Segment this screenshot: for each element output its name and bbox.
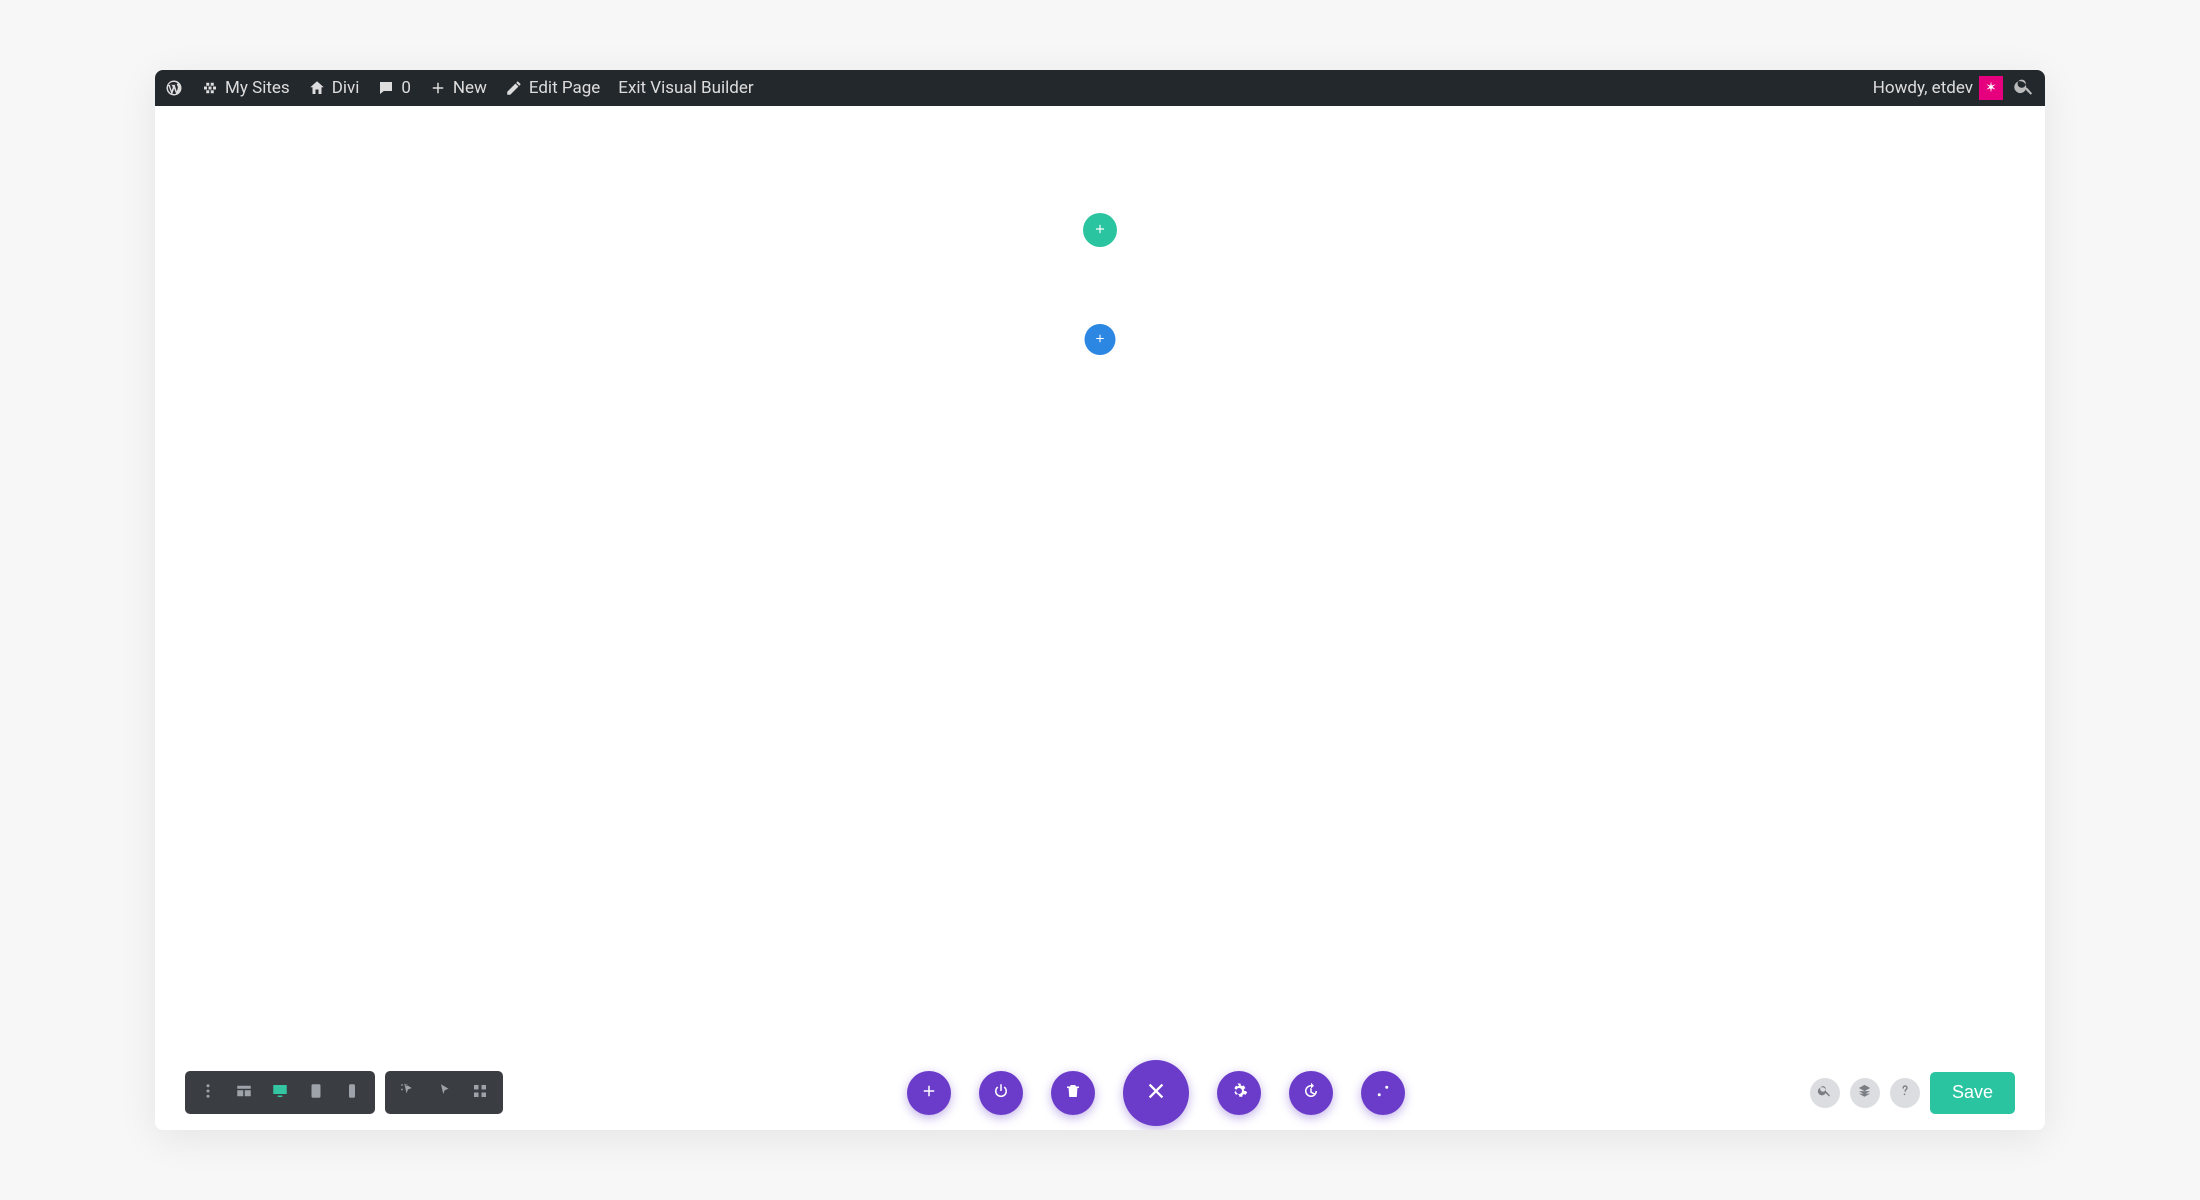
layers-button[interactable] [1850,1078,1880,1108]
save-library-button[interactable] [979,1071,1023,1115]
tablet-view-button[interactable] [301,1078,331,1108]
add-module-button[interactable] [907,1071,951,1115]
admin-bar: My Sites Divi 0 New [155,70,2045,106]
history-button[interactable] [1289,1071,1333,1115]
new-label: New [453,78,487,98]
gear-icon [1230,1082,1248,1104]
click-mode-button[interactable] [393,1078,423,1108]
exit-builder-label: Exit Visual Builder [618,78,753,98]
my-sites-link[interactable]: My Sites [201,78,290,98]
close-icon [1145,1080,1167,1106]
mode-group [385,1071,503,1114]
admin-search-button[interactable] [2013,75,2035,102]
page-settings-button[interactable] [1217,1071,1261,1115]
hover-mode-button[interactable] [429,1078,459,1108]
phone-icon [343,1082,361,1104]
zoom-button[interactable] [1810,1078,1840,1108]
sliders-icon [1374,1082,1392,1104]
toggle-settings-button[interactable] [1123,1060,1189,1126]
tablet-icon [307,1082,325,1104]
home-icon [308,79,326,97]
site-link[interactable]: Divi [308,78,360,98]
my-sites-label: My Sites [225,78,290,98]
more-views-button[interactable] [193,1078,223,1108]
howdy-label: Howdy, etdev [1873,78,1973,98]
howdy-link[interactable]: Howdy, etdev ✶ [1873,76,2003,100]
desktop-view-button[interactable] [265,1078,295,1108]
history-icon [1302,1082,1320,1104]
dock-center [503,1060,1810,1126]
plus-icon [1093,221,1107,240]
new-content-link[interactable]: New [429,78,487,98]
phone-view-button[interactable] [337,1078,367,1108]
more-vertical-icon [199,1082,217,1104]
help-button[interactable] [1890,1078,1920,1108]
grid-mode-button[interactable] [465,1078,495,1108]
comments-link[interactable]: 0 [377,78,411,98]
wireframe-button[interactable] [229,1078,259,1108]
trash-icon [1064,1082,1082,1104]
comment-icon [377,79,395,97]
avatar-icon: ✶ [1979,76,2003,100]
clear-layout-button[interactable] [1051,1071,1095,1115]
dock-left [185,1071,503,1114]
app-frame: My Sites Divi 0 New [155,70,2045,1130]
cursor-click-icon [435,1082,453,1104]
plus-icon [920,1082,938,1104]
save-label: Save [1952,1082,1993,1103]
add-row-button[interactable] [1083,213,1117,247]
bottom-dock: Save [155,1055,2045,1130]
wordpress-icon [165,79,183,97]
wireframe-icon [235,1082,253,1104]
sites-icon [201,79,219,97]
desktop-icon [271,1082,289,1104]
grid-icon [471,1082,489,1104]
edit-page-link[interactable]: Edit Page [505,78,600,98]
search-icon [2013,75,2035,102]
exit-builder-link[interactable]: Exit Visual Builder [618,78,753,98]
builder-canvas[interactable] [155,106,2045,1130]
view-group [185,1071,375,1114]
dock-right: Save [1810,1072,2015,1114]
pencil-icon [505,79,523,97]
plus-icon [429,79,447,97]
edit-page-label: Edit Page [529,78,600,98]
search-icon [1817,1083,1832,1102]
power-icon [992,1082,1010,1104]
layers-icon [1857,1083,1872,1102]
comments-count: 0 [401,78,411,98]
save-button[interactable]: Save [1930,1072,2015,1114]
plus-icon [1094,330,1107,349]
wp-logo[interactable] [165,79,183,97]
help-icon [1897,1083,1912,1102]
cursor-select-icon [399,1082,417,1104]
portability-button[interactable] [1361,1071,1405,1115]
add-section-button[interactable] [1085,324,1116,355]
site-name-label: Divi [332,78,360,98]
